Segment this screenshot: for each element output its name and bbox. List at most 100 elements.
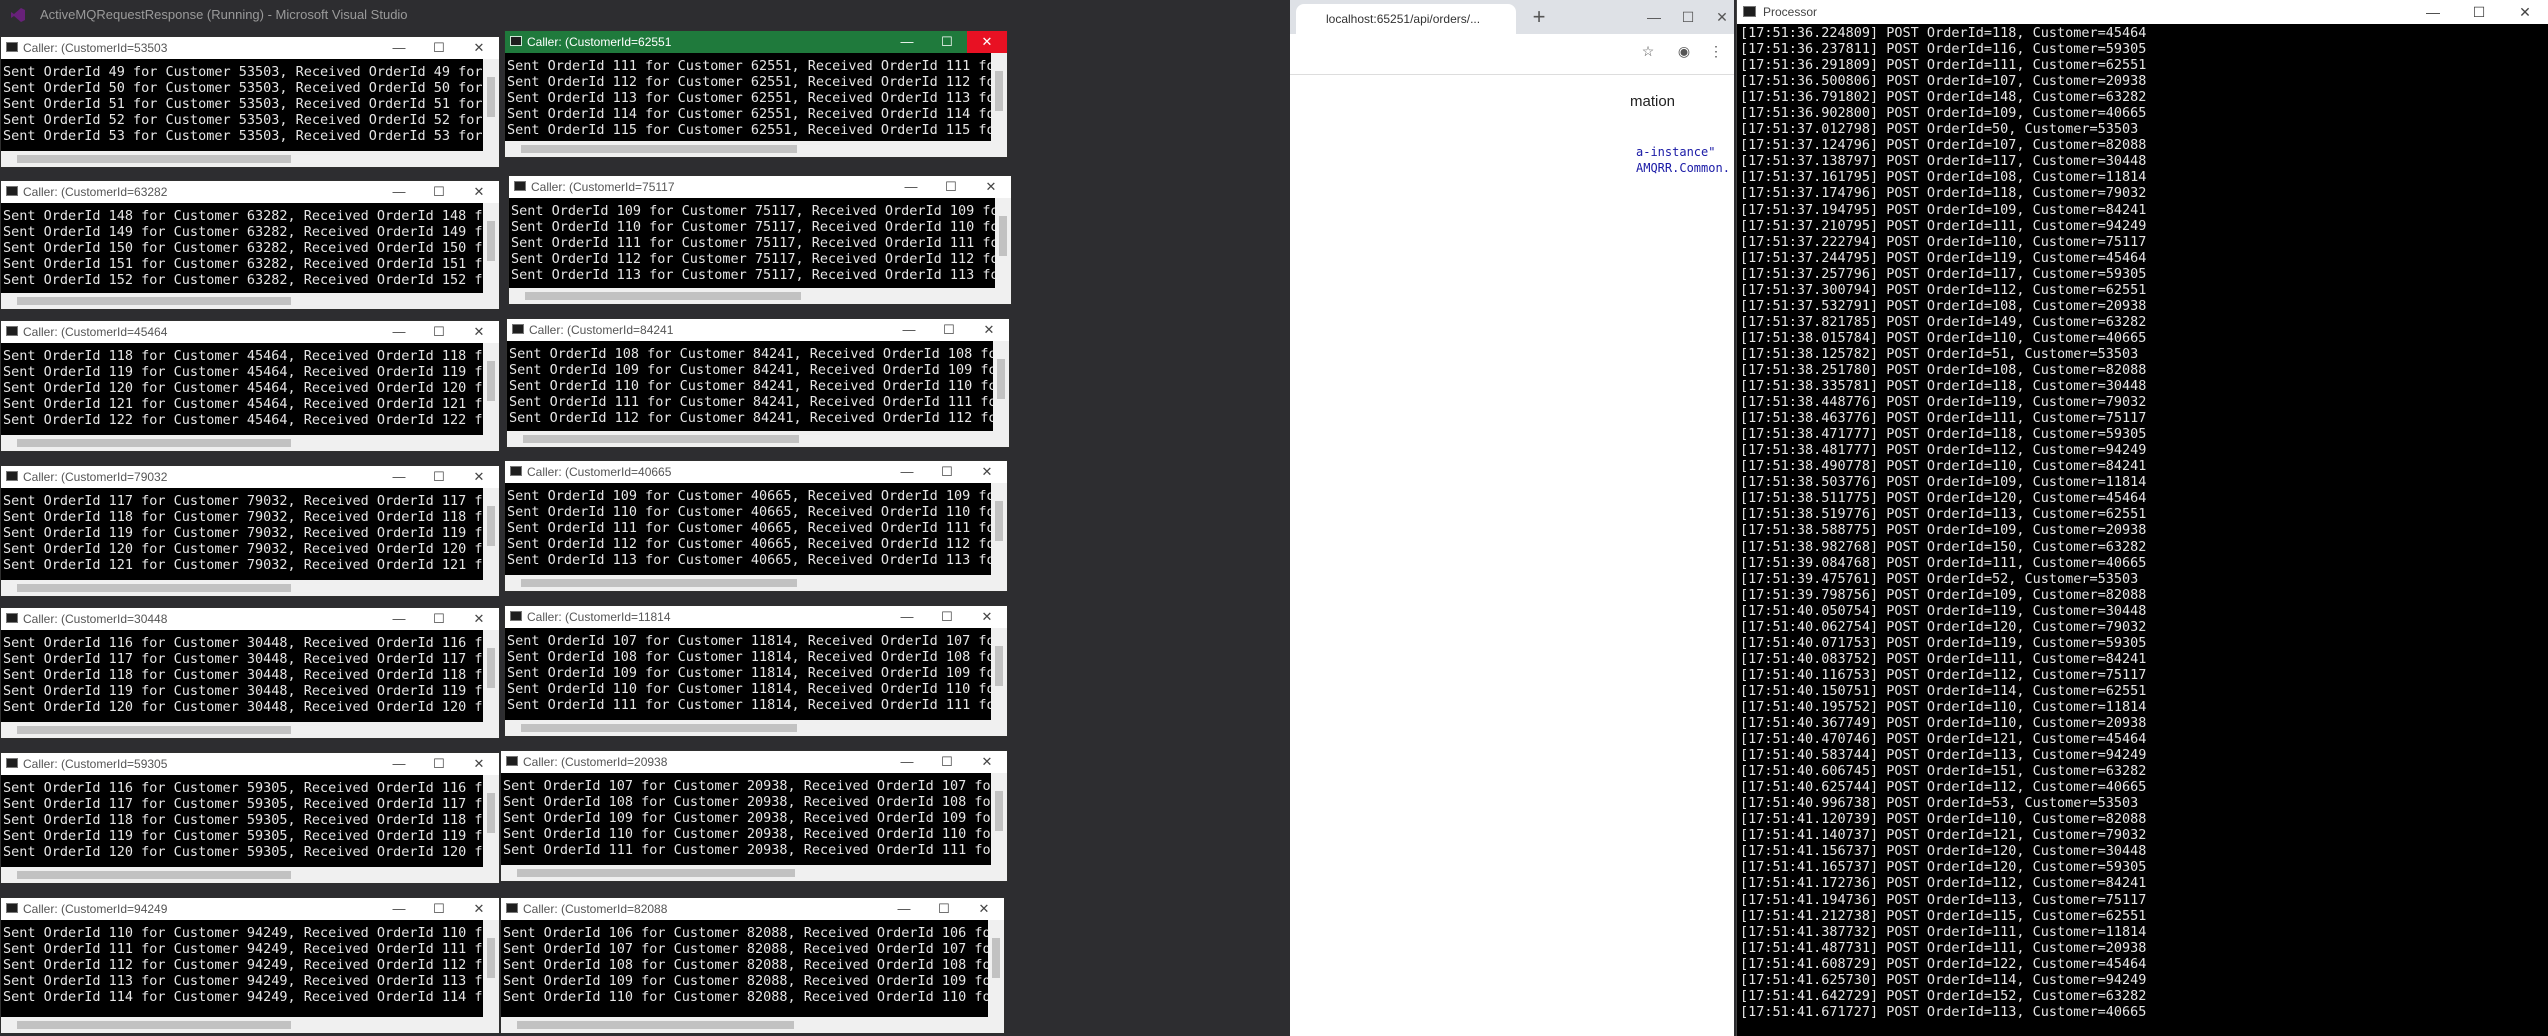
close-button[interactable]: ✕ — [459, 181, 499, 203]
caller-console-window[interactable]: Caller: (CustomerId=40665 — ☐ ✕ Sent OrderId… — [504, 460, 1008, 592]
minimize-button[interactable]: — — [887, 461, 927, 483]
scrollbar-thumb[interactable] — [997, 359, 1005, 399]
scrollbar-thumb[interactable] — [17, 439, 291, 447]
vertical-scrollbar[interactable] — [483, 203, 499, 293]
maximize-button[interactable]: ☐ — [419, 321, 459, 343]
console-titlebar[interactable]: Caller: (CustomerId=53503 — ☐ ✕ — [1, 37, 499, 59]
scrollbar-thumb[interactable] — [487, 221, 495, 261]
scrollbar-thumb[interactable] — [17, 871, 291, 879]
vertical-scrollbar[interactable] — [991, 53, 1007, 141]
close-button[interactable]: ✕ — [459, 753, 499, 775]
maximize-button[interactable]: ☐ — [419, 37, 459, 59]
caller-console-window[interactable]: Caller: (CustomerId=45464 — ☐ ✕ Sent OrderId… — [0, 320, 500, 452]
minimize-button[interactable]: — — [379, 753, 419, 775]
vertical-scrollbar[interactable] — [483, 343, 499, 435]
maximize-button[interactable]: ☐ — [419, 608, 459, 630]
console-titlebar[interactable]: Caller: (CustomerId=79032 — ☐ ✕ — [1, 466, 499, 488]
close-button[interactable]: ✕ — [459, 37, 499, 59]
close-button[interactable]: ✕ — [459, 466, 499, 488]
scrollbar-thumb[interactable] — [525, 292, 802, 300]
scrollbar-thumb[interactable] — [487, 506, 495, 546]
horizontal-scrollbar[interactable] — [505, 575, 1007, 591]
horizontal-scrollbar[interactable] — [507, 431, 1009, 447]
processor-minimize-button[interactable]: — — [2410, 0, 2456, 24]
close-button[interactable]: ✕ — [967, 751, 1007, 773]
vertical-scrollbar[interactable] — [991, 773, 1007, 865]
vertical-scrollbar[interactable] — [483, 488, 499, 580]
horizontal-scrollbar[interactable] — [1, 151, 499, 167]
processor-close-button[interactable]: ✕ — [2502, 0, 2548, 24]
minimize-button[interactable]: — — [379, 608, 419, 630]
caller-console-window[interactable]: Caller: (CustomerId=63282 — ☐ ✕ Sent OrderId… — [0, 180, 500, 310]
scrollbar-thumb[interactable] — [487, 648, 495, 688]
maximize-button[interactable]: ☐ — [419, 898, 459, 920]
horizontal-scrollbar[interactable] — [501, 1017, 1004, 1033]
browser-menu-icon[interactable]: ⋮ — [1698, 38, 1734, 64]
console-titlebar[interactable]: Caller: (CustomerId=40665 — ☐ ✕ — [505, 461, 1007, 483]
browser-maximize-button[interactable]: ☐ — [1670, 4, 1706, 30]
minimize-button[interactable]: — — [379, 466, 419, 488]
horizontal-scrollbar[interactable] — [1, 722, 499, 738]
scrollbar-thumb[interactable] — [995, 71, 1003, 111]
caller-console-window[interactable]: Caller: (CustomerId=53503 — ☐ ✕ Sent OrderId… — [0, 36, 500, 168]
close-button[interactable]: ✕ — [967, 31, 1007, 53]
scrollbar-thumb[interactable] — [17, 726, 291, 734]
horizontal-scrollbar[interactable] — [1, 435, 499, 451]
scrollbar-thumb[interactable] — [523, 435, 800, 443]
console-titlebar[interactable]: Caller: (CustomerId=30448 — ☐ ✕ — [1, 608, 499, 630]
caller-console-window[interactable]: Caller: (CustomerId=62551 — ☐ ✕ Sent OrderId… — [504, 30, 1008, 158]
caller-console-window[interactable]: Caller: (CustomerId=30448 — ☐ ✕ Sent OrderId… — [0, 607, 500, 739]
caller-console-window[interactable]: Caller: (CustomerId=59305 — ☐ ✕ Sent OrderId… — [0, 752, 500, 884]
scrollbar-thumb[interactable] — [521, 145, 798, 153]
caller-console-window[interactable]: Caller: (CustomerId=94249 — ☐ ✕ Sent OrderId… — [0, 897, 500, 1034]
console-titlebar[interactable]: Caller: (CustomerId=45464 — ☐ ✕ — [1, 321, 499, 343]
vertical-scrollbar[interactable] — [993, 341, 1009, 431]
scrollbar-thumb[interactable] — [995, 791, 1003, 831]
horizontal-scrollbar[interactable] — [1, 580, 499, 596]
minimize-button[interactable]: — — [379, 898, 419, 920]
minimize-button[interactable]: — — [887, 751, 927, 773]
maximize-button[interactable]: ☐ — [929, 319, 969, 341]
horizontal-scrollbar[interactable] — [1, 293, 499, 309]
profile-icon[interactable]: ◉ — [1666, 38, 1702, 64]
vertical-scrollbar[interactable] — [995, 198, 1011, 288]
maximize-button[interactable]: ☐ — [927, 31, 967, 53]
scrollbar-thumb[interactable] — [521, 579, 798, 587]
caller-console-window[interactable]: Caller: (CustomerId=20938 — ☐ ✕ Sent OrderId… — [500, 750, 1008, 882]
close-button[interactable]: ✕ — [459, 608, 499, 630]
console-titlebar[interactable]: Caller: (CustomerId=84241 — ☐ ✕ — [507, 319, 1009, 341]
vertical-scrollbar[interactable] — [483, 59, 499, 151]
maximize-button[interactable]: ☐ — [419, 181, 459, 203]
console-titlebar[interactable]: Caller: (CustomerId=63282 — ☐ ✕ — [1, 181, 499, 203]
close-button[interactable]: ✕ — [459, 898, 499, 920]
minimize-button[interactable]: — — [889, 319, 929, 341]
maximize-button[interactable]: ☐ — [927, 751, 967, 773]
browser-minimize-button[interactable]: — — [1636, 4, 1672, 30]
caller-console-window[interactable]: Caller: (CustomerId=11814 — ☐ ✕ Sent OrderId… — [504, 605, 1008, 737]
new-tab-button[interactable]: + — [1526, 4, 1552, 30]
scrollbar-thumb[interactable] — [517, 1021, 794, 1029]
minimize-button[interactable]: — — [884, 898, 924, 920]
maximize-button[interactable]: ☐ — [931, 176, 971, 198]
horizontal-scrollbar[interactable] — [505, 720, 1007, 736]
horizontal-scrollbar[interactable] — [1, 867, 499, 883]
scrollbar-thumb[interactable] — [17, 584, 291, 592]
scrollbar-thumb[interactable] — [992, 938, 1000, 978]
close-button[interactable]: ✕ — [967, 606, 1007, 628]
minimize-button[interactable]: — — [887, 31, 927, 53]
close-button[interactable]: ✕ — [967, 461, 1007, 483]
maximize-button[interactable]: ☐ — [927, 606, 967, 628]
horizontal-scrollbar[interactable] — [505, 141, 1007, 157]
console-titlebar[interactable]: Caller: (CustomerId=75117 — ☐ ✕ — [509, 176, 1011, 198]
console-titlebar[interactable]: Caller: (CustomerId=94249 — ☐ ✕ — [1, 898, 499, 920]
scrollbar-thumb[interactable] — [487, 938, 495, 978]
minimize-button[interactable]: — — [379, 321, 419, 343]
scrollbar-thumb[interactable] — [487, 793, 495, 833]
console-titlebar[interactable]: Caller: (CustomerId=20938 — ☐ ✕ — [501, 751, 1007, 773]
caller-console-window[interactable]: Caller: (CustomerId=79032 — ☐ ✕ Sent OrderId… — [0, 465, 500, 597]
close-button[interactable]: ✕ — [969, 319, 1009, 341]
horizontal-scrollbar[interactable] — [509, 288, 1011, 304]
console-titlebar[interactable]: Caller: (CustomerId=62551 — ☐ ✕ — [505, 31, 1007, 53]
scrollbar-thumb[interactable] — [999, 216, 1007, 256]
scrollbar-thumb[interactable] — [487, 77, 495, 117]
